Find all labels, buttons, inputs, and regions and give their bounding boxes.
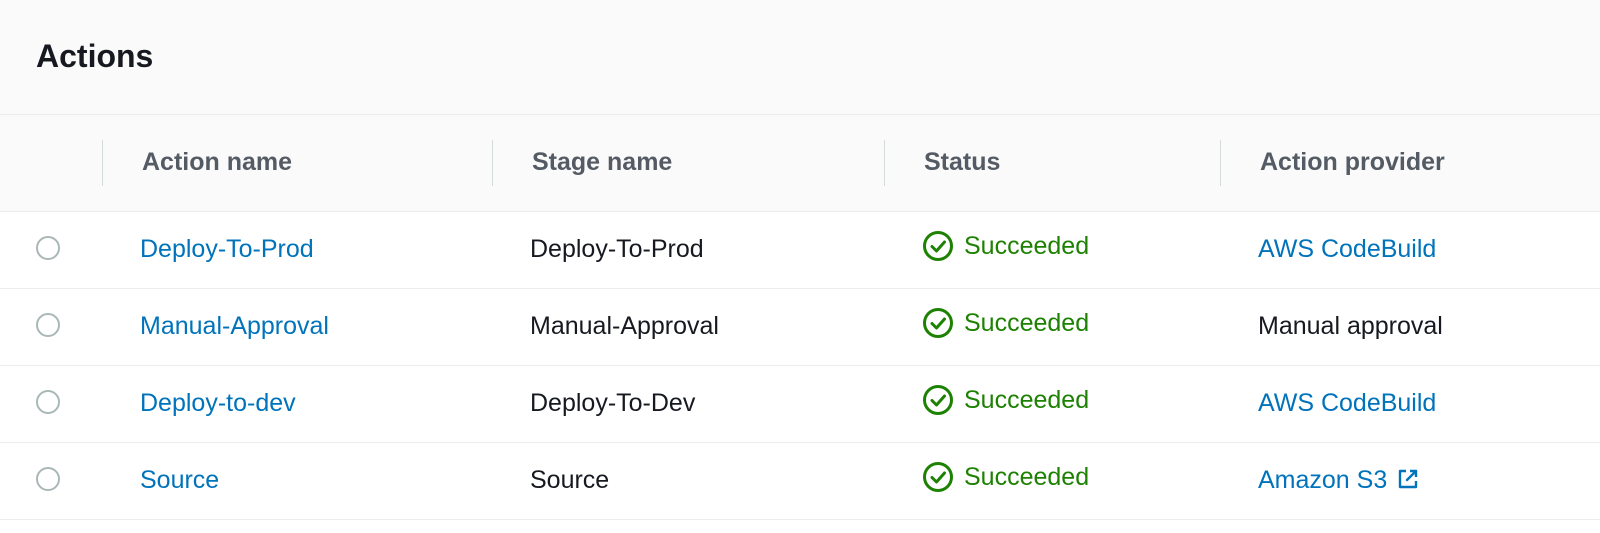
- action-name-link[interactable]: Manual-Approval: [140, 312, 329, 340]
- status-text: Succeeded: [964, 462, 1090, 491]
- column-header-stage-name[interactable]: Stage name: [492, 115, 884, 212]
- status-badge: Succeeded: [922, 384, 1089, 416]
- column-divider: [884, 140, 885, 186]
- table-header: Action name Stage name Status Action pro…: [0, 115, 1600, 212]
- status-text: Succeeded: [964, 385, 1090, 414]
- status-badge: Succeeded: [922, 307, 1089, 339]
- status-text: Succeeded: [964, 308, 1090, 337]
- check-circle-icon: [923, 231, 953, 261]
- action-provider-text: Manual approval: [1258, 312, 1443, 340]
- actions-panel: Actions Action name Stage name Status Ac…: [0, 0, 1600, 533]
- column-divider: [492, 140, 493, 186]
- action-name-link[interactable]: Deploy-To-Prod: [140, 235, 314, 263]
- actions-table: Action name Stage name Status Action pro…: [0, 115, 1600, 520]
- check-circle-icon: [923, 385, 953, 415]
- external-link-icon: [1399, 470, 1418, 489]
- column-header-select: [0, 115, 102, 212]
- action-provider-link[interactable]: Amazon S3: [1258, 466, 1419, 494]
- stage-name-text: Manual-Approval: [530, 312, 719, 340]
- action-name-link[interactable]: Source: [140, 466, 219, 494]
- action-name-link[interactable]: Deploy-to-dev: [140, 389, 296, 417]
- stage-name-text: Deploy-To-Prod: [530, 235, 704, 263]
- check-circle-icon: [923, 462, 953, 492]
- table-body: Deploy-To-Prod Deploy-To-Prod Succeeded …: [0, 211, 1600, 519]
- table-row[interactable]: Deploy-To-Prod Deploy-To-Prod Succeeded …: [0, 211, 1600, 288]
- stage-name-text: Source: [530, 466, 610, 494]
- status-badge: Succeeded: [922, 230, 1089, 262]
- status-badge: Succeeded: [922, 461, 1089, 493]
- table-header-row: Action name Stage name Status Action pro…: [0, 115, 1600, 212]
- table-row[interactable]: Source Source Succeeded Amazon S3: [0, 442, 1600, 519]
- column-divider: [1220, 140, 1221, 186]
- column-header-status[interactable]: Status: [884, 115, 1220, 212]
- panel-title: Actions: [36, 37, 154, 74]
- action-provider-link[interactable]: AWS CodeBuild: [1258, 235, 1436, 263]
- action-provider-link[interactable]: AWS CodeBuild: [1258, 389, 1436, 417]
- stage-name-text: Deploy-To-Dev: [530, 389, 696, 417]
- status-text: Succeeded: [964, 231, 1090, 260]
- panel-header: Actions: [0, 0, 1600, 115]
- table-row[interactable]: Manual-Approval Manual-Approval Succeede…: [0, 288, 1600, 365]
- row-select-radio[interactable]: [36, 312, 60, 337]
- table-row[interactable]: Deploy-to-dev Deploy-To-Dev Succeeded AW…: [0, 365, 1600, 442]
- row-select-radio[interactable]: [36, 389, 60, 414]
- column-divider: [102, 140, 103, 186]
- row-select-radio[interactable]: [36, 466, 60, 491]
- column-header-action-provider[interactable]: Action provider: [1220, 115, 1600, 212]
- row-select-radio[interactable]: [36, 235, 60, 260]
- column-header-action-name[interactable]: Action name: [102, 115, 492, 212]
- action-provider-label: Amazon S3: [1258, 466, 1388, 494]
- check-circle-icon: [923, 308, 953, 338]
